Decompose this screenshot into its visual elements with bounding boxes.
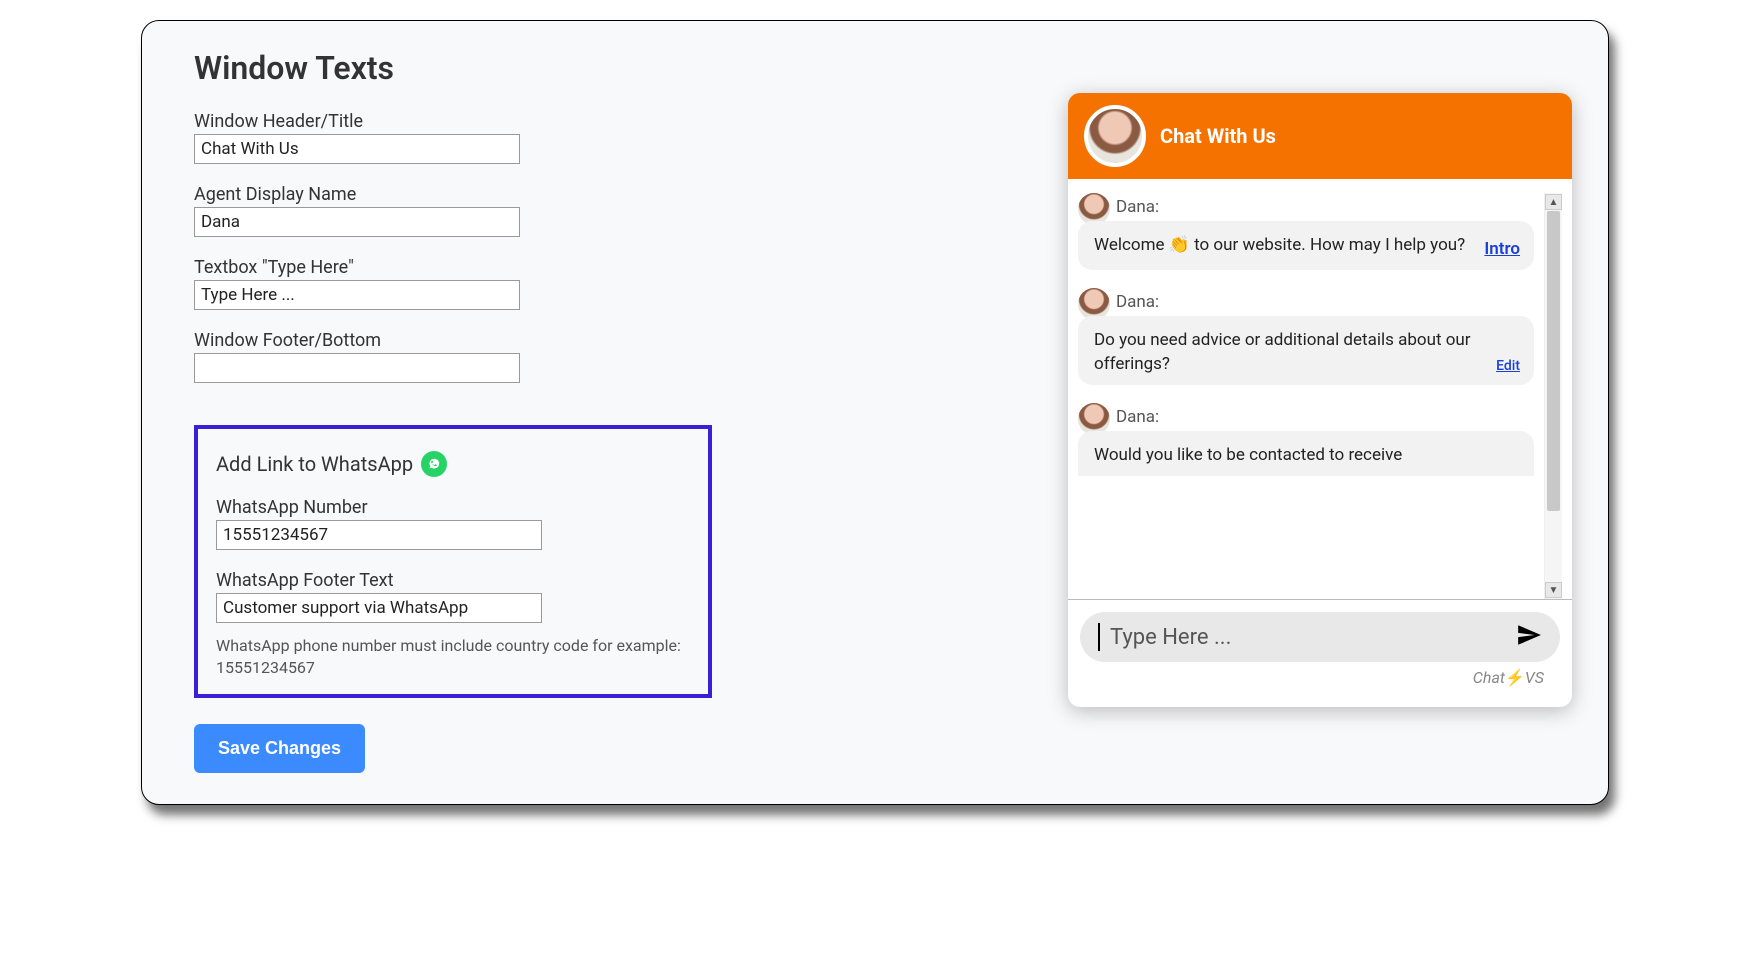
scroll-thumb[interactable] <box>1547 211 1560 511</box>
chat-message-bubble: Do you need advice or additional details… <box>1078 316 1534 385</box>
chat-message-col: Dana: Welcome 👏 to our website. How may … <box>1116 193 1534 270</box>
chat-message-text: Would you like to be contacted to receiv… <box>1094 445 1402 465</box>
chat-input[interactable]: Type Here ... <box>1080 612 1560 662</box>
chat-brand-suffix: VS <box>1525 668 1544 687</box>
textbox-placeholder-label: Textbox "Type Here" <box>194 257 1022 278</box>
whatsapp-section: Add Link to WhatsApp WhatsApp Number Wha… <box>194 425 712 698</box>
field-window-footer: Window Footer/Bottom <box>194 330 1022 383</box>
whatsapp-heading-row: Add Link to WhatsApp <box>216 451 690 477</box>
chat-scrollbar[interactable]: ▲ ▼ <box>1544 193 1562 599</box>
chat-preview: Chat With Us Dana: Welcome 👏 to our webs… <box>1068 93 1572 707</box>
chat-input-placeholder: Type Here ... <box>1110 625 1506 650</box>
whatsapp-hint: WhatsApp phone number must include count… <box>216 635 690 678</box>
save-button[interactable]: Save Changes <box>194 724 365 773</box>
chat-message-author: Dana: <box>1116 407 1534 427</box>
whatsapp-footer-text-input[interactable] <box>216 593 542 623</box>
whatsapp-number-input[interactable] <box>216 520 542 550</box>
whatsapp-icon <box>421 451 447 477</box>
chat-body: Dana: Welcome 👏 to our website. How may … <box>1068 179 1572 599</box>
send-icon[interactable] <box>1516 622 1542 652</box>
chat-brand-prefix: Chat <box>1473 668 1505 687</box>
chat-brand: Chat⚡VS <box>1080 662 1560 699</box>
settings-panel: Window Texts Window Header/Title Agent D… <box>141 20 1609 805</box>
text-cursor <box>1098 623 1100 651</box>
chat-message-text: Do you need advice or additional details… <box>1094 330 1471 375</box>
field-whatsapp-number: WhatsApp Number <box>216 497 690 550</box>
chat-message-col: Dana: Would you like to be contacted to … <box>1116 403 1534 476</box>
form-panel: Window Texts Window Header/Title Agent D… <box>142 21 1022 804</box>
window-header-input[interactable] <box>194 134 520 164</box>
agent-name-input[interactable] <box>194 207 520 237</box>
field-textbox-placeholder: Textbox "Type Here" <box>194 257 1022 310</box>
window-header-label: Window Header/Title <box>194 111 1022 132</box>
chat-header: Chat With Us <box>1068 93 1572 179</box>
field-window-header: Window Header/Title <box>194 111 1022 164</box>
chat-message: Dana: Do you need advice or additional d… <box>1078 288 1534 385</box>
window-footer-input[interactable] <box>194 353 520 383</box>
chat-message-col: Dana: Do you need advice or additional d… <box>1116 288 1534 385</box>
chat-message-action-link[interactable]: Edit <box>1496 356 1520 376</box>
scroll-down-icon[interactable]: ▼ <box>1545 582 1562 598</box>
chat-message-text: Welcome 👏 to our website. How may I help… <box>1094 235 1465 255</box>
chat-header-title: Chat With Us <box>1160 124 1276 148</box>
chat-message-author: Dana: <box>1116 292 1534 312</box>
bolt-icon: ⚡ <box>1505 668 1525 687</box>
chat-message-author: Dana: <box>1116 197 1534 217</box>
window-footer-label: Window Footer/Bottom <box>194 330 1022 351</box>
chat-message: Dana: Welcome 👏 to our website. How may … <box>1078 193 1534 270</box>
agent-avatar-small <box>1078 288 1110 320</box>
chat-scroll-area: Dana: Welcome 👏 to our website. How may … <box>1078 193 1540 599</box>
field-whatsapp-footer-text: WhatsApp Footer Text <box>216 570 690 623</box>
whatsapp-footer-text-label: WhatsApp Footer Text <box>216 570 690 591</box>
agent-name-label: Agent Display Name <box>194 184 1022 205</box>
chat-input-bar: Type Here ... Chat⚡VS <box>1068 599 1572 707</box>
field-agent-name: Agent Display Name <box>194 184 1022 237</box>
chat-message: Dana: Would you like to be contacted to … <box>1078 403 1534 476</box>
whatsapp-heading: Add Link to WhatsApp <box>216 452 413 476</box>
chat-message-bubble: Would you like to be contacted to receiv… <box>1078 431 1534 476</box>
whatsapp-number-label: WhatsApp Number <box>216 497 690 518</box>
scroll-up-icon[interactable]: ▲ <box>1545 194 1562 210</box>
chat-message-bubble: Welcome 👏 to our website. How may I help… <box>1078 221 1534 270</box>
chat-message-action-link[interactable]: Intro <box>1484 237 1520 262</box>
textbox-placeholder-input[interactable] <box>194 280 520 310</box>
agent-avatar <box>1084 105 1146 167</box>
page-title: Window Texts <box>194 49 1022 87</box>
